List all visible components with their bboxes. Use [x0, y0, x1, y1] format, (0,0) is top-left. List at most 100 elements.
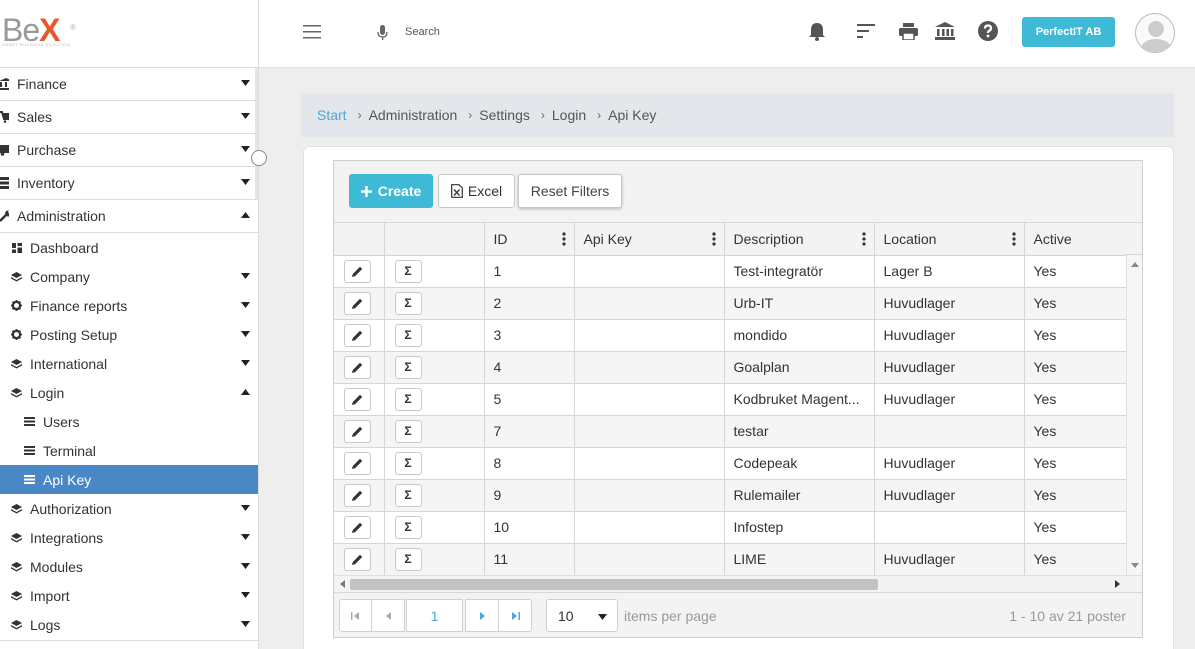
summary-row-button[interactable]: Σ	[394, 291, 422, 315]
table-row[interactable]: Σ 10 Infostep Yes	[334, 511, 1127, 544]
edit-row-button[interactable]	[344, 387, 371, 411]
logo-trademark: ®	[70, 23, 76, 32]
company-button[interactable]: PerfectIT AB	[1022, 17, 1115, 47]
sidebar-item-modules[interactable]: Modules	[0, 552, 258, 581]
vertical-scrollbar[interactable]	[1126, 255, 1142, 575]
horizontal-scrollbar[interactable]	[334, 575, 1142, 592]
sidebar-item-login[interactable]: Login	[0, 378, 258, 407]
sidebar-item-inventory[interactable]: Inventory	[0, 167, 258, 200]
gear-icon	[11, 300, 22, 311]
column-header-id[interactable]: ID	[484, 223, 575, 256]
breadcrumb-item[interactable]: Login	[552, 107, 586, 123]
sidebar-item-import[interactable]: Import	[0, 581, 258, 610]
previous-page-button[interactable]	[371, 599, 405, 632]
first-page-button[interactable]	[339, 599, 372, 632]
last-page-button[interactable]	[498, 599, 532, 632]
sidebar-item-administration[interactable]: Administration	[0, 200, 258, 233]
excel-button[interactable]: Excel	[438, 174, 515, 208]
cell-summary: Σ	[384, 479, 485, 512]
print-button[interactable]	[899, 23, 918, 40]
sidebar-item-authorization[interactable]: Authorization	[0, 494, 258, 523]
table-row[interactable]: Σ 5 Kodbruket Magent... Huvudlager Yes	[334, 383, 1127, 416]
sidebar-item-dashboard[interactable]: Dashboard	[0, 233, 258, 262]
cell-summary: Σ	[384, 319, 485, 352]
summary-row-button[interactable]: Σ	[394, 483, 422, 507]
edit-row-button[interactable]	[344, 515, 371, 539]
page-size-select[interactable]: 10	[546, 599, 618, 632]
scroll-up-arrow-icon[interactable]	[1131, 262, 1139, 267]
sidebar-item-sales[interactable]: Sales	[0, 101, 258, 134]
voice-search-button[interactable]	[377, 25, 388, 41]
sidebar-item-finance[interactable]: Finance	[0, 68, 258, 101]
sidebar-item-users[interactable]: Users	[0, 407, 258, 436]
cell-active: Yes	[1024, 287, 1127, 320]
cell-active: Yes	[1024, 415, 1127, 448]
summary-row-button[interactable]: Σ	[394, 547, 422, 571]
caret-down-icon	[241, 505, 250, 511]
scroll-right-arrow-icon[interactable]	[1115, 580, 1120, 588]
column-header-api-key[interactable]: Api Key	[574, 223, 725, 256]
table-row[interactable]: Σ 2 Urb-IT Huvudlager Yes	[334, 287, 1127, 320]
table-row[interactable]: Σ 3 mondido Huvudlager Yes	[334, 319, 1127, 352]
sidebar-item-integrations[interactable]: Integrations	[0, 523, 258, 552]
breadcrumb-start[interactable]: Start	[317, 107, 347, 123]
table-row[interactable]: Σ 8 Codepeak Huvudlager Yes	[334, 447, 1127, 480]
edit-row-button[interactable]	[344, 451, 371, 475]
edit-row-button[interactable]	[344, 547, 371, 571]
summary-row-button[interactable]: Σ	[394, 515, 422, 539]
column-menu-icon[interactable]	[1011, 232, 1016, 246]
sidebar-item-logs[interactable]: Logs	[0, 610, 258, 639]
search-input[interactable]: Search	[405, 26, 440, 38]
summary-row-button[interactable]: Σ	[394, 419, 422, 443]
table-row[interactable]: Σ 11 LIME Huvudlager Yes	[334, 543, 1127, 576]
sigma-icon: Σ	[404, 360, 412, 374]
sidebar-item-posting-setup[interactable]: Posting Setup	[0, 320, 258, 349]
sidebar-item-company[interactable]: Company	[0, 262, 258, 291]
pager: 1 10 items per page 1 - 10 av 21 poster	[334, 592, 1142, 637]
table-row[interactable]: Σ 7 testar Yes	[334, 415, 1127, 448]
edit-row-button[interactable]	[344, 419, 371, 443]
sidebar-item-finance-reports[interactable]: Finance reports	[0, 291, 258, 320]
sort-button[interactable]	[857, 24, 875, 38]
hamburger-menu-button[interactable]	[303, 25, 321, 39]
breadcrumb-item[interactable]: Administration	[369, 107, 458, 123]
summary-row-button[interactable]: Σ	[394, 451, 422, 475]
edit-row-button[interactable]	[344, 291, 371, 315]
next-page-button[interactable]	[465, 599, 499, 632]
summary-row-button[interactable]: Σ	[394, 323, 422, 347]
table-row[interactable]: Σ 9 Rulemailer Huvudlager Yes	[334, 479, 1127, 512]
help-button[interactable]	[978, 21, 998, 41]
scroll-down-arrow-icon[interactable]	[1131, 563, 1139, 568]
table-row[interactable]: Σ 1 Test-integratör Lager B Yes	[334, 255, 1127, 288]
summary-row-button[interactable]: Σ	[394, 355, 422, 379]
caret-down-icon	[241, 331, 250, 337]
summary-row-button[interactable]: Σ	[394, 387, 422, 411]
page-number-input[interactable]: 1	[406, 599, 463, 632]
column-menu-icon[interactable]	[711, 232, 716, 246]
bank-button[interactable]	[935, 22, 955, 40]
column-header-active[interactable]: Active	[1024, 223, 1127, 256]
create-button[interactable]: Create	[349, 174, 433, 208]
column-menu-icon[interactable]	[561, 232, 566, 246]
scroll-left-arrow-icon[interactable]	[340, 580, 345, 588]
sidebar-item-international[interactable]: International	[0, 349, 258, 378]
edit-row-button[interactable]	[344, 355, 371, 379]
notifications-button[interactable]	[808, 22, 826, 41]
sidebar-item-purchase[interactable]: Purchase	[0, 134, 258, 167]
summary-row-button[interactable]: Σ	[394, 259, 422, 283]
edit-row-button[interactable]	[344, 259, 371, 283]
horizontal-scroll-thumb[interactable]	[350, 579, 878, 590]
sidebar-item-terminal[interactable]: Terminal	[0, 436, 258, 465]
reset-filters-button[interactable]: Reset Filters	[518, 174, 622, 208]
edit-row-button[interactable]	[344, 483, 371, 507]
column-menu-icon[interactable]	[861, 232, 866, 246]
sigma-icon: Σ	[404, 296, 412, 310]
edit-row-button[interactable]	[344, 323, 371, 347]
table-row[interactable]: Σ 4 Goalplan Huvudlager Yes	[334, 351, 1127, 384]
avatar[interactable]	[1135, 13, 1175, 53]
column-header-location[interactable]: Location	[874, 223, 1025, 256]
column-header-description[interactable]: Description	[724, 223, 875, 256]
sidebar-collapse-handle[interactable]	[251, 150, 267, 166]
breadcrumb-item[interactable]: Settings	[479, 107, 530, 123]
sidebar-item-api-key[interactable]: Api Key	[0, 465, 258, 494]
